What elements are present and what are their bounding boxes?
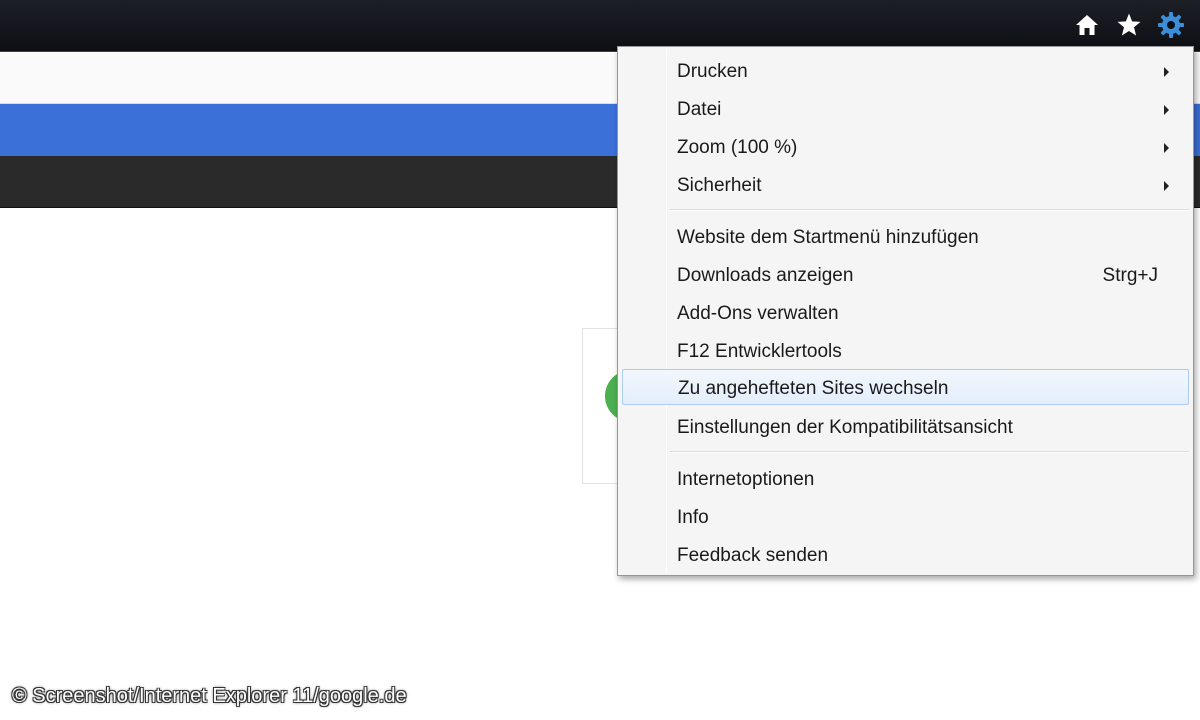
menu-separator [670,209,1189,211]
menu-separator [670,451,1189,453]
copyright-watermark: © Screenshot/Internet Explorer 11/google… [12,685,407,707]
menu-item-feedback[interactable]: Feedback senden [622,537,1189,573]
menu-item-label: Sicherheit [677,175,762,196]
menu-item-devtools[interactable]: F12 Entwicklertools [622,333,1189,369]
submenu-arrow-icon [1164,67,1169,77]
menu-item-label: Downloads anzeigen [677,265,854,286]
menu-item-downloads[interactable]: Downloads anzeigen Strg+J [622,257,1189,293]
submenu-arrow-icon [1164,143,1169,153]
menu-item-label: F12 Entwicklertools [677,341,842,362]
menu-item-label: Website dem Startmenü hinzufügen [677,227,979,248]
menu-item-addons[interactable]: Add-Ons verwalten [622,295,1189,331]
menu-item-sicherheit[interactable]: Sicherheit [622,167,1189,203]
menu-item-label: Zoom (100 %) [677,137,798,158]
menu-item-shortcut: Strg+J [1102,265,1158,286]
home-icon[interactable] [1072,10,1102,40]
submenu-arrow-icon [1164,105,1169,115]
menu-item-datei[interactable]: Datei [622,91,1189,127]
menu-item-internet-options[interactable]: Internetoptionen [622,461,1189,497]
menu-item-compat-view[interactable]: Einstellungen der Kompatibilitätsansicht [622,409,1189,445]
favorites-star-icon[interactable] [1114,10,1144,40]
tools-menu: Drucken Datei Zoom (100 %) Sicherheit We… [617,46,1194,576]
menu-item-label: Internetoptionen [677,469,815,490]
menu-item-label: Feedback senden [677,545,829,566]
menu-item-label: Info [677,507,709,528]
menu-item-label: Drucken [677,61,748,82]
menu-item-label: Einstellungen der Kompatibilitätsansicht [677,417,1013,438]
menu-item-drucken[interactable]: Drucken [622,53,1189,89]
menu-item-label: Add-Ons verwalten [677,303,839,324]
menu-item-website-startmenu[interactable]: Website dem Startmenü hinzufügen [622,219,1189,255]
menu-item-info[interactable]: Info [622,499,1189,535]
browser-titlebar [0,0,1200,52]
menu-item-label: Datei [677,99,722,120]
submenu-arrow-icon [1164,181,1169,191]
menu-item-pinned-sites[interactable]: Zu angehefteten Sites wechseln [622,369,1189,405]
menu-item-zoom[interactable]: Zoom (100 %) [622,129,1189,165]
gear-icon[interactable] [1156,10,1186,40]
menu-item-label: Zu angehefteten Sites wechseln [678,378,949,399]
